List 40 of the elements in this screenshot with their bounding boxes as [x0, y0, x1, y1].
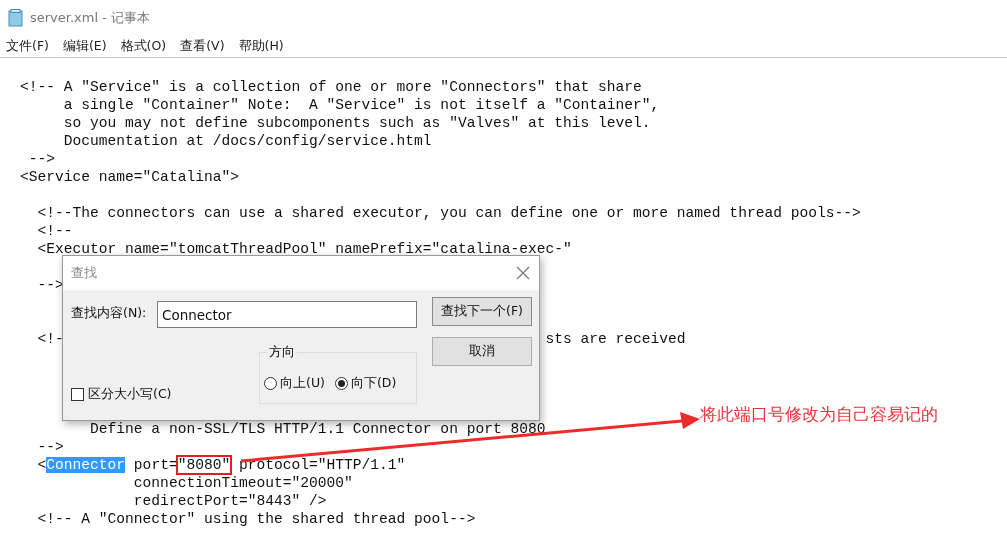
code-line: -->	[27, 150, 57, 168]
menu-item[interactable]: 格式(O)	[116, 38, 171, 55]
dialog-title: 查找	[71, 264, 97, 282]
annotation-text: 将此端口号修改为自己容易记的	[700, 404, 938, 426]
close-button[interactable]	[515, 265, 531, 281]
find-next-button[interactable]: 查找下一个(F)	[432, 297, 532, 326]
code-line: <!-- A "Connector" using the shared thread pool-->	[36, 510, 477, 528]
code-line: <Service name="Catalina">	[20, 168, 240, 186]
code-line: redirectPort="8443" />	[132, 492, 328, 510]
close-icon	[515, 265, 531, 281]
radio-option[interactable]: 向下(D)	[334, 375, 397, 392]
code-line: <!-- A "Service" is a collection of one or more "Connectors" that share	[20, 78, 643, 96]
code-line: Define a non-SSL/TLS HTTP/1.1 Connector on port 8080	[89, 420, 547, 438]
code-text: sts are received	[545, 331, 686, 347]
menu-item[interactable]: 查看(V)	[176, 38, 229, 55]
match-case-checkbox[interactable]: 区分大小写(C)	[71, 386, 172, 403]
cancel-button[interactable]: 取消	[432, 337, 532, 366]
find-label: 查找内容(N):	[71, 305, 147, 322]
radio-option[interactable]: 向上(U)	[264, 375, 325, 392]
code-text: <	[36, 457, 47, 473]
code-text: protocol="HTTP/1.1"	[237, 457, 406, 473]
selected-text: Connector	[46, 457, 126, 473]
code-line: so you may not define subcomponents such as "Valves" at this level.	[62, 114, 652, 132]
code-line: <Executor name="tomcatThreadPool" namePrefix="catalina-exec-"	[36, 240, 573, 258]
code-line: Documentation at /docs/config/service.html	[62, 132, 433, 150]
find-field[interactable]: Connector	[157, 301, 417, 328]
code-line: <!--The connectors can use a shared executor, you can define one or more named thread pools-->	[36, 204, 861, 222]
code-line: <!--	[36, 222, 74, 240]
code-line: connectionTimeout="20000"	[132, 474, 354, 492]
menu-item[interactable]: 编辑(E)	[58, 38, 111, 55]
code-text: <!-	[36, 331, 64, 347]
code-line: a single "Container" Note: A "Service" is not itself a "Container",	[62, 96, 661, 114]
group-caption: 方向	[267, 344, 297, 361]
menu-item[interactable]: 文件(F)	[2, 38, 53, 55]
code-line: -->	[36, 438, 65, 456]
notepad-icon	[8, 9, 24, 27]
menu-item[interactable]: 帮助(H)	[234, 38, 288, 55]
boxed-text: "8080"	[177, 457, 231, 473]
window-title: server.xml - 记事本	[30, 9, 150, 27]
code-text: port=	[132, 457, 178, 473]
